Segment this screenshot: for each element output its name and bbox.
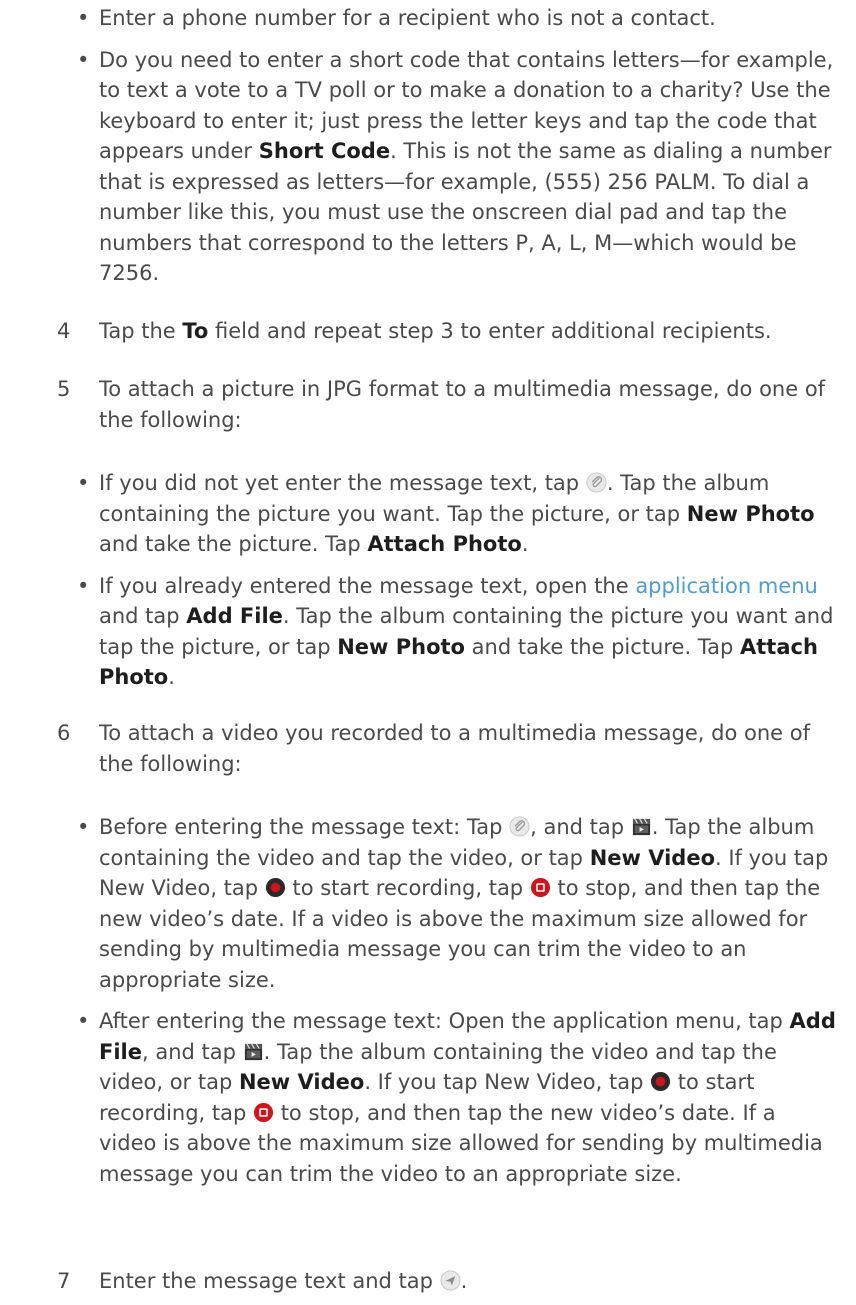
clapperboard-icon [243, 1041, 264, 1062]
send-icon [440, 1270, 461, 1291]
paperclip-icon [509, 816, 530, 837]
step-text: Tap the To field and repeat step 3 to en… [99, 319, 772, 343]
bullet-attach-after-text: If you already entered the message text,… [77, 571, 837, 693]
paperclip-icon [586, 472, 607, 493]
record-icon [265, 877, 286, 898]
step3-bullets: Enter a phone number for a recipient who… [77, 3, 837, 289]
bullet-phone-number: Enter a phone number for a recipient who… [77, 3, 837, 34]
step-number: 7 [57, 1269, 71, 1293]
bullet-video-before-text: Before entering the message text: Tap , … [77, 812, 837, 995]
step-text: Enter the message text and tap . [99, 1269, 468, 1293]
bullet-short-code: Do you need to enter a short code that c… [77, 45, 837, 289]
short-code-label: Short Code [258, 139, 391, 163]
step-text: To attach a video you recorded to a mult… [99, 721, 810, 776]
step6-bullets: Before entering the message text: Tap , … [77, 812, 837, 1189]
bullet-attach-before-text: If you did not yet enter the message tex… [77, 468, 837, 560]
record-icon [650, 1071, 671, 1092]
step5-bullets: If you did not yet enter the message tex… [77, 468, 837, 693]
clapperboard-icon [631, 816, 652, 837]
step-number: 6 [57, 721, 71, 745]
step-text: To attach a picture in JPG format to a m… [99, 377, 826, 432]
stop-icon [530, 877, 551, 898]
step-number: 4 [57, 319, 71, 343]
stop-icon [253, 1102, 274, 1123]
document-page: Enter a phone number for a recipient who… [0, 0, 856, 1305]
application-menu-link[interactable]: application menu [635, 574, 818, 598]
step-number: 5 [57, 377, 71, 401]
bullet-video-after-text: After entering the message text: Open th… [77, 1006, 837, 1189]
